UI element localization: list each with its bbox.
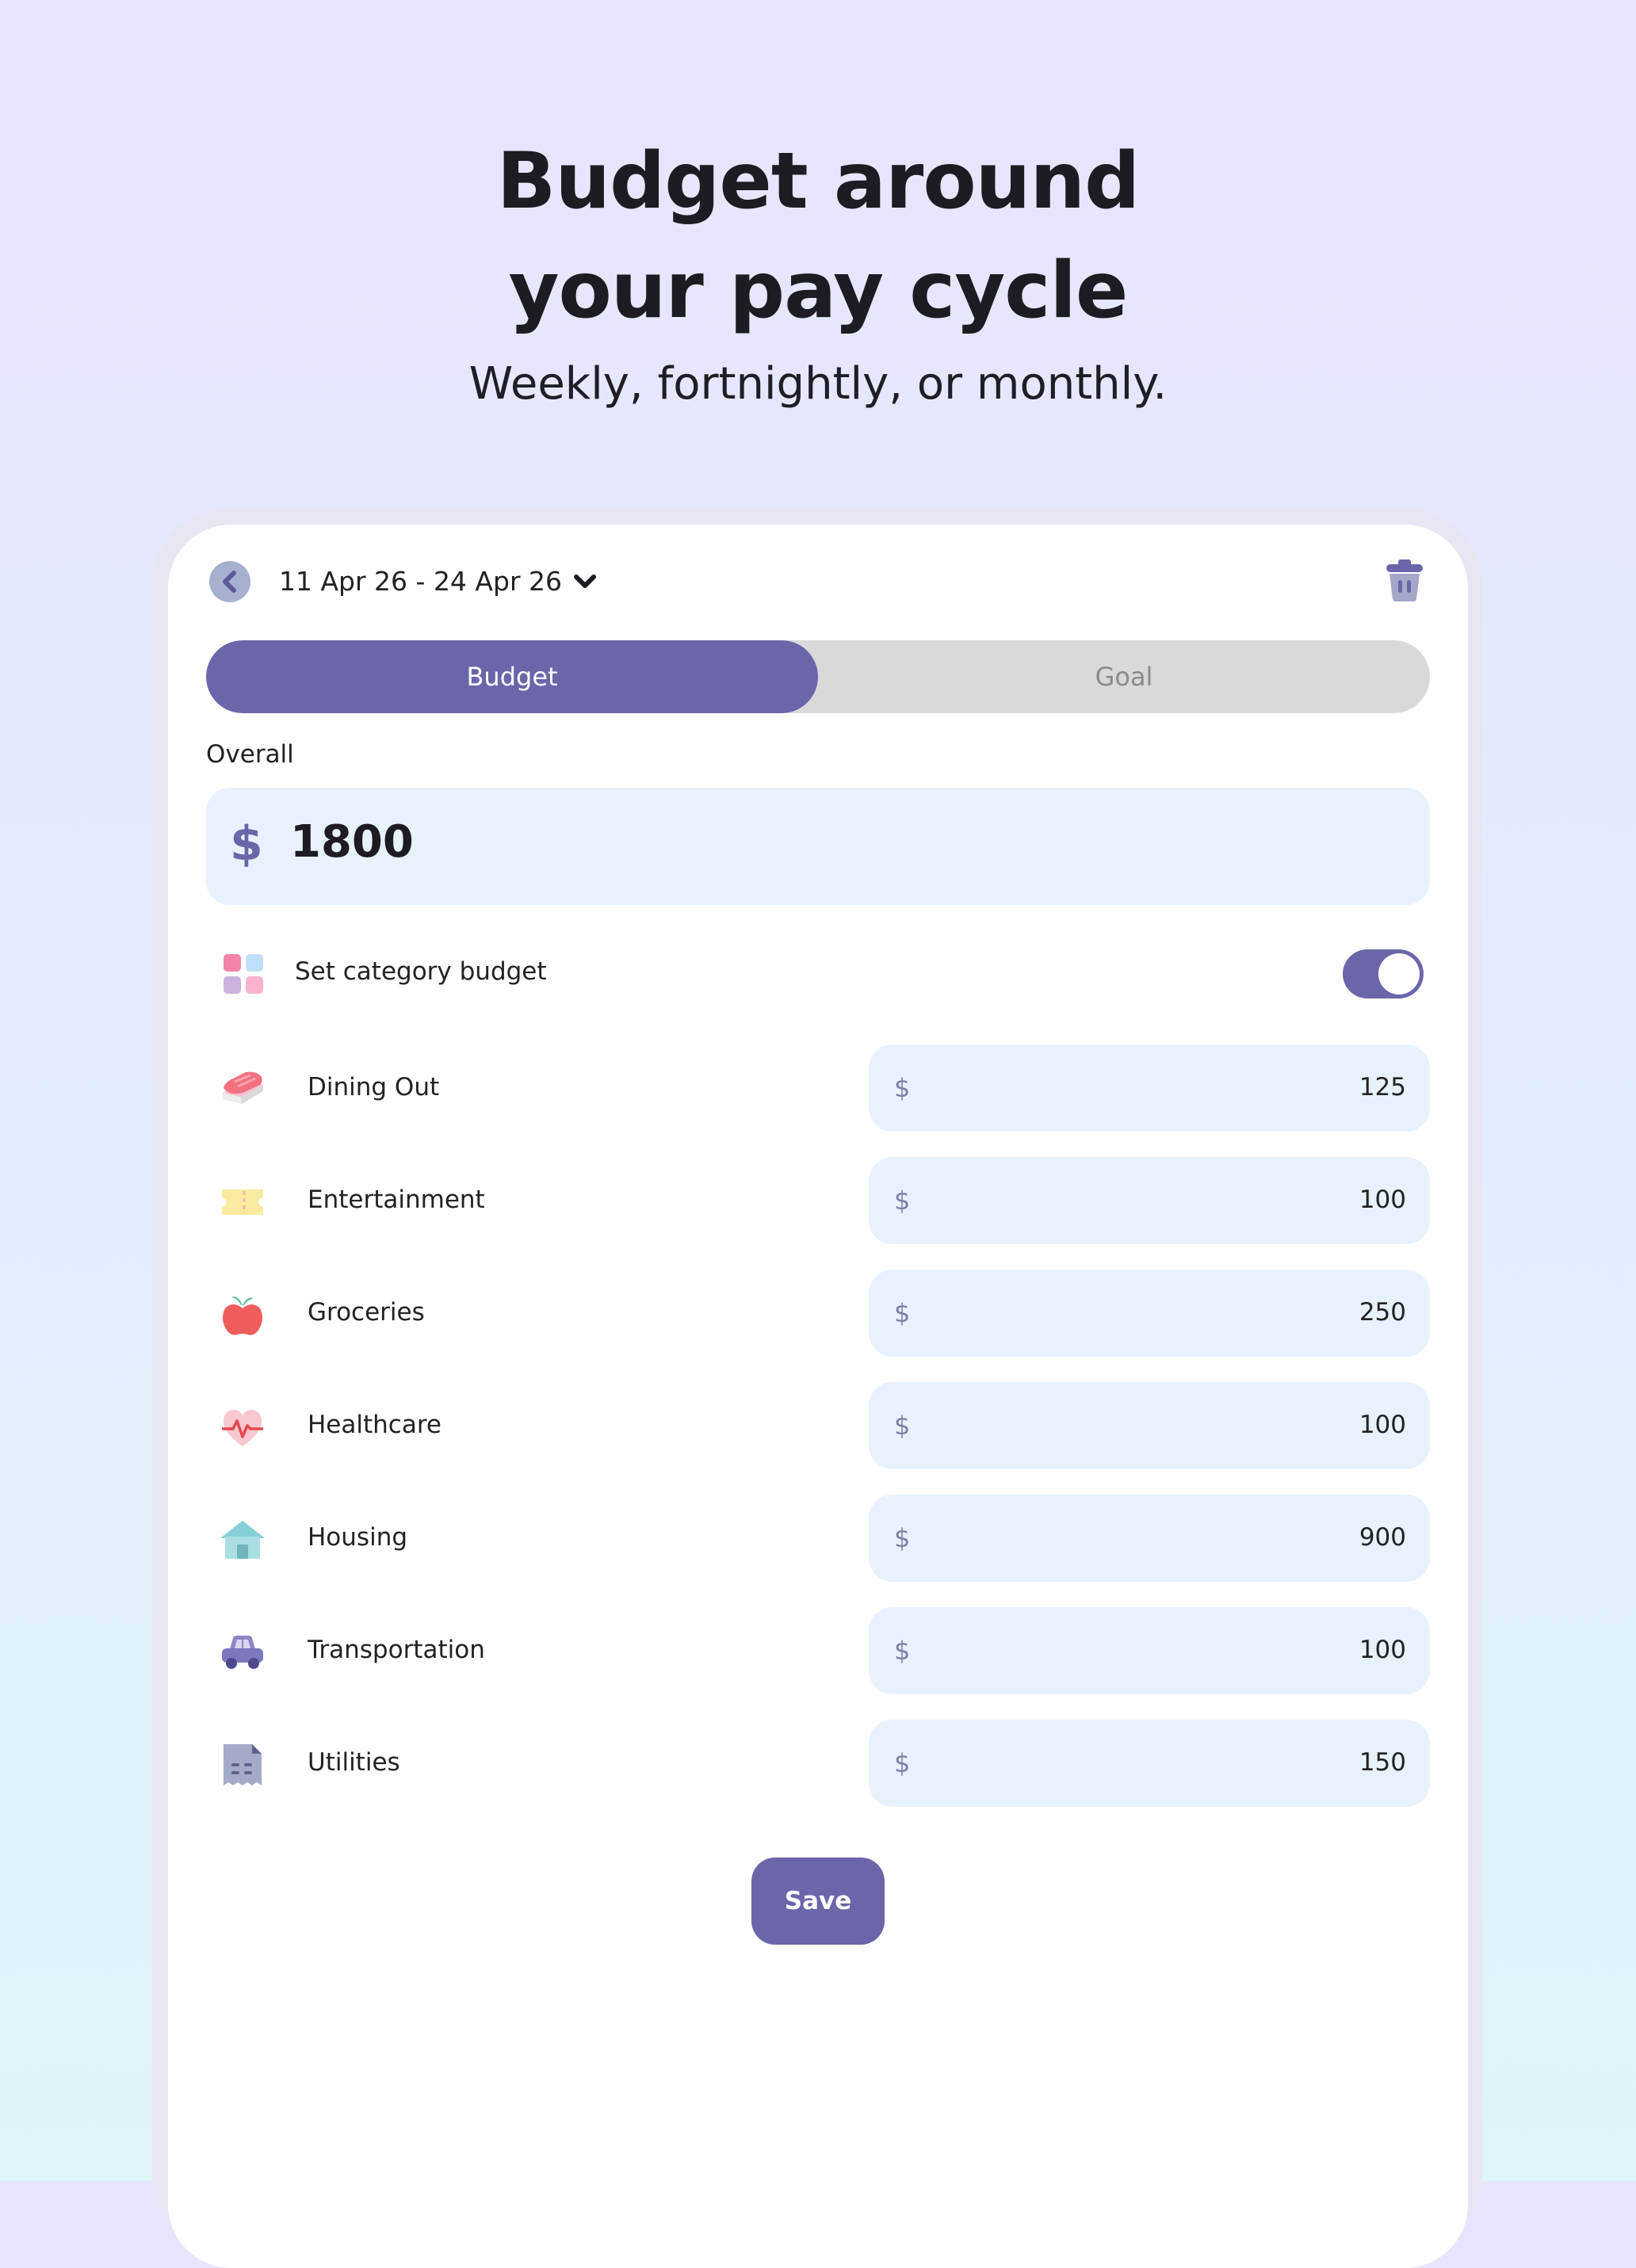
category-row-utilities: Utilities $ 150: [0, 1720, 1636, 1807]
overall-currency-symbol: $: [230, 816, 263, 872]
house-icon: [220, 1521, 265, 1559]
save-button[interactable]: Save: [751, 1858, 885, 1945]
switch-knob: [1378, 953, 1420, 995]
overall-label: Overall: [206, 740, 294, 769]
sushi-icon: [223, 1071, 263, 1104]
category-amount-value: 100: [1359, 1186, 1406, 1214]
trash-icon[interactable]: [1384, 558, 1425, 602]
category-label: Transportation: [308, 1636, 485, 1664]
chevron-left-icon: [223, 571, 236, 593]
category-label: Housing: [308, 1523, 408, 1552]
tab-budget[interactable]: Budget: [206, 640, 818, 713]
currency-symbol: $: [894, 1748, 911, 1778]
category-row-healthcare: Healthcare $ 100: [0, 1382, 1636, 1469]
category-amount-value: 900: [1359, 1523, 1406, 1552]
back-button[interactable]: [209, 561, 250, 602]
category-row-groceries: Groceries $ 250: [0, 1270, 1636, 1357]
overall-budget-value: 1800: [290, 816, 414, 868]
hero-subtitle: Weekly, fortnightly, or monthly.: [468, 358, 1168, 410]
category-amount-input[interactable]: $ 900: [869, 1495, 1430, 1582]
budget-goal-toggle: Budget Goal: [206, 640, 1430, 713]
category-label: Groceries: [308, 1298, 425, 1327]
category-amount-input[interactable]: $ 100: [869, 1382, 1430, 1469]
overall-budget-input[interactable]: $ 1800: [206, 788, 1430, 905]
date-range-label: 11 Apr 26 - 24 Apr 26: [279, 566, 562, 597]
date-range-selector[interactable]: 11 Apr 26 - 24 Apr 26: [279, 564, 597, 599]
category-label: Utilities: [308, 1748, 400, 1777]
category-amount-input[interactable]: $ 125: [869, 1044, 1430, 1132]
hero-title-line-1: Budget around: [496, 136, 1141, 227]
currency-symbol: $: [894, 1523, 911, 1553]
category-row-transportation: Transportation $ 100: [0, 1607, 1636, 1694]
currency-symbol: $: [894, 1411, 911, 1441]
category-amount-value: 125: [1359, 1073, 1406, 1102]
ticket-icon: [222, 1189, 263, 1215]
category-label: Entertainment: [308, 1186, 485, 1214]
currency-symbol: $: [894, 1298, 911, 1328]
category-grid-icon: [224, 954, 263, 994]
category-budget-switch[interactable]: [1343, 949, 1424, 998]
category-amount-value: 100: [1359, 1411, 1406, 1439]
category-label: Dining Out: [308, 1073, 440, 1102]
currency-symbol: $: [894, 1073, 911, 1103]
category-label: Healthcare: [308, 1411, 441, 1439]
receipt-icon: [224, 1744, 262, 1785]
category-amount-value: 150: [1359, 1748, 1406, 1777]
category-row-housing: Housing $ 900: [0, 1495, 1636, 1582]
category-amount-input[interactable]: $ 100: [869, 1607, 1430, 1694]
currency-symbol: $: [894, 1186, 911, 1216]
currency-symbol: $: [894, 1636, 911, 1666]
hero-title: Budget around your pay cycle: [0, 127, 1636, 346]
category-amount-value: 100: [1359, 1636, 1406, 1664]
category-row-entertainment: Entertainment $ 100: [0, 1157, 1636, 1244]
heart-pulse-icon: [222, 1410, 263, 1446]
chevron-down-icon: [574, 575, 596, 588]
tab-goal[interactable]: Goal: [818, 640, 1430, 713]
category-amount-input[interactable]: $ 250: [869, 1270, 1430, 1357]
set-category-budget-label: Set category budget: [295, 957, 547, 986]
hero-title-line-2: your pay cycle: [508, 246, 1129, 336]
category-amount-input[interactable]: $ 150: [869, 1720, 1430, 1807]
category-row-dining-out: Dining Out $ 125: [0, 1044, 1636, 1132]
car-icon: [222, 1636, 263, 1669]
category-amount-value: 250: [1359, 1298, 1406, 1327]
apple-icon: [223, 1296, 262, 1335]
category-amount-input[interactable]: $ 100: [869, 1157, 1430, 1244]
